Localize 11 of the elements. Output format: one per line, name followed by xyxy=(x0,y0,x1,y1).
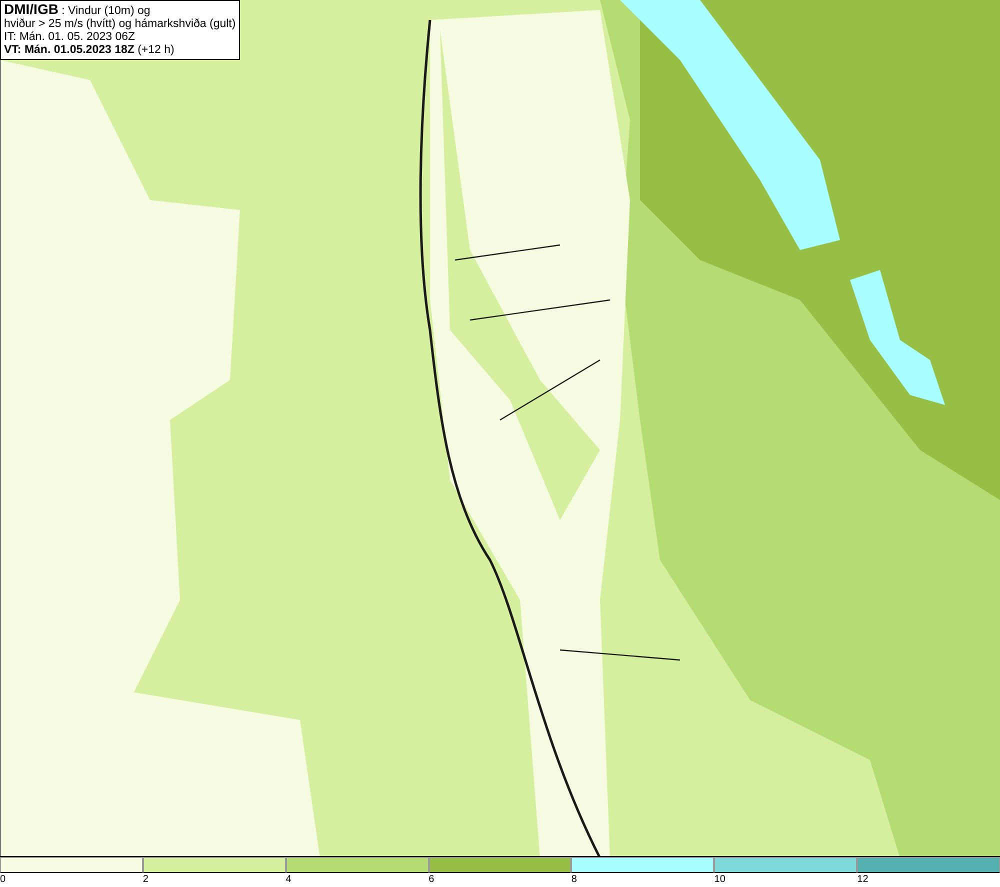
legend-tick-label: 0 xyxy=(0,873,6,887)
legend-tick-label: 4 xyxy=(286,873,292,887)
legend-tick-label: 10 xyxy=(714,873,726,887)
legend-tick-label: 2 xyxy=(142,873,148,887)
legend-tick-label: 8 xyxy=(571,873,577,887)
info-line: DMI/IGB : Vindur (10m) og xyxy=(4,3,152,18)
info-line: hviður > 25 m/s (hvítt) og hámarkshviða (gult) xyxy=(4,18,236,31)
legend-tick-label: 6 xyxy=(428,873,434,887)
info-line: VT: Mán. 01.05.2023 18Z (+12 h) xyxy=(4,44,176,57)
info-line: IT: Mán. 01. 05. 2023 06Z xyxy=(4,31,136,44)
legend-tick-label: 12 xyxy=(857,873,868,887)
